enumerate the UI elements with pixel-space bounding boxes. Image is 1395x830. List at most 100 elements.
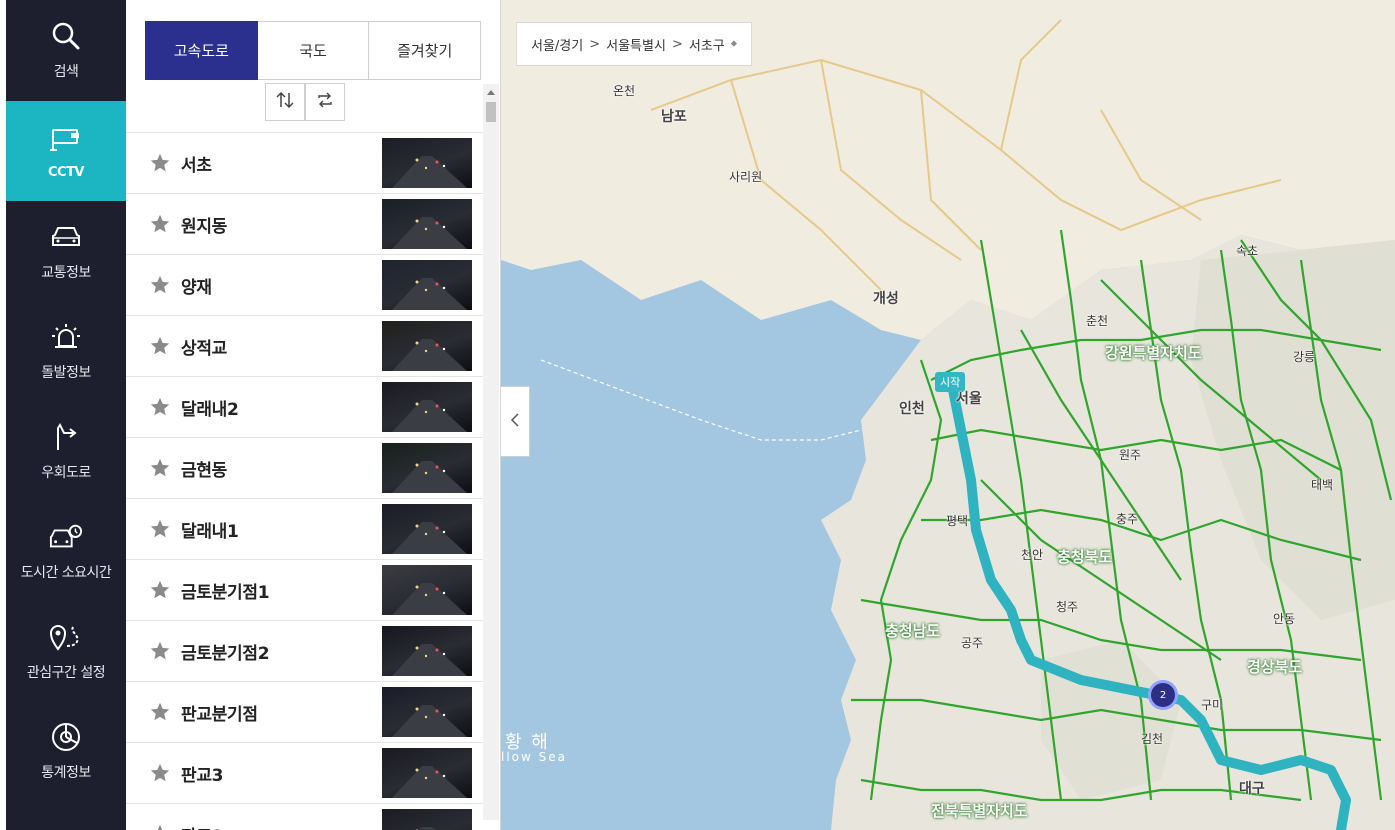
scroll-thumb[interactable] bbox=[486, 102, 496, 122]
cctv-thumbnail[interactable] bbox=[382, 809, 472, 830]
map-view[interactable]: 서울/경기 > 서울특별시 > 서초구 ⬥ 남포 온천 사리원 개성 시작 서울… bbox=[501, 0, 1395, 830]
cctv-name[interactable]: 상적교 bbox=[181, 334, 227, 359]
nav-label-stats: 통계정보 bbox=[41, 765, 91, 781]
cctv-list-item[interactable]: 상적교 bbox=[126, 315, 483, 376]
cctv-list-item[interactable]: 금토분기점1 bbox=[126, 559, 483, 620]
nav-label-search: 검색 bbox=[53, 64, 79, 80]
star-icon[interactable] bbox=[149, 457, 171, 479]
cctv-list-item[interactable]: 원지동 bbox=[126, 193, 483, 254]
collapse-panel-button[interactable] bbox=[501, 386, 530, 457]
cctv-thumbnail[interactable] bbox=[382, 565, 472, 615]
map-label-chungju: 충주 bbox=[1116, 512, 1139, 526]
breadcrumb-caret-icon[interactable]: ⬥ bbox=[731, 39, 737, 49]
cctv-thumbnail[interactable] bbox=[382, 626, 472, 676]
map-label-gongju: 공주 bbox=[961, 636, 984, 650]
nav-label-detour: 우회도로 bbox=[41, 465, 91, 481]
cctv-name[interactable]: 양재 bbox=[181, 273, 212, 298]
map-label-gangwon: 강원특별자치도 bbox=[1105, 344, 1202, 362]
nav-item-search[interactable]: 검색 bbox=[6, 0, 126, 100]
sort-button[interactable] bbox=[265, 83, 305, 121]
cctv-name[interactable]: 달래내2 bbox=[181, 395, 239, 420]
cctv-name[interactable]: 금현동 bbox=[181, 456, 227, 481]
cctv-thumbnail[interactable] bbox=[382, 321, 472, 371]
star-icon[interactable] bbox=[149, 396, 171, 418]
cctv-list-item[interactable]: 서초 bbox=[126, 132, 483, 193]
cctv-name[interactable]: 달래내1 bbox=[181, 517, 239, 542]
map-label-gimcheon: 김천 bbox=[1141, 732, 1164, 746]
star-icon[interactable] bbox=[149, 762, 171, 784]
star-icon[interactable] bbox=[149, 213, 171, 235]
map-label-cheonan: 천안 bbox=[1021, 548, 1044, 562]
star-icon[interactable] bbox=[149, 823, 171, 830]
cctv-thumbnail[interactable] bbox=[382, 748, 472, 798]
cctv-list-item[interactable]: 금토분기점2 bbox=[126, 620, 483, 681]
cctv-cluster-marker[interactable]: 2 bbox=[1148, 680, 1178, 710]
tab-expressway[interactable]: 고속도로 bbox=[145, 21, 258, 80]
star-icon[interactable] bbox=[149, 579, 171, 601]
breadcrumb-level3[interactable]: 서초구 bbox=[689, 35, 725, 54]
cctv-thumbnail[interactable] bbox=[382, 443, 472, 493]
app-window: 검색 CCTV 교통정보 돌발정보 우회도로 도시간 소요시간 관심구간 설정 … bbox=[0, 0, 1395, 830]
cctv-name[interactable]: 금토분기점1 bbox=[181, 578, 270, 603]
nav-label-traffic: 교통정보 bbox=[41, 265, 91, 281]
cctv-list-item[interactable]: 판교3 bbox=[126, 742, 483, 803]
nav-label-travel-time: 도시간 소요시간 bbox=[20, 565, 112, 581]
nav-item-detour[interactable]: 우회도로 bbox=[6, 401, 126, 501]
nav-label-cctv: CCTV bbox=[47, 164, 85, 180]
cctv-name[interactable]: 금토분기점2 bbox=[181, 639, 270, 664]
nav-item-travel-time[interactable]: 도시간 소요시간 bbox=[6, 501, 126, 601]
cctv-thumbnail[interactable] bbox=[382, 504, 472, 554]
tab-national-road[interactable]: 국도 bbox=[257, 21, 370, 80]
refresh-icon bbox=[316, 91, 334, 113]
region-breadcrumb[interactable]: 서울/경기 > 서울특별시 > 서초구 ⬥ bbox=[516, 22, 753, 66]
cctv-list: 서초원지동양재상적교달래내2 금현동달래내1 금토분기점1 금토분기점2 판교분기점판교… bbox=[126, 132, 483, 830]
star-icon[interactable] bbox=[149, 701, 171, 723]
nav-item-stats[interactable]: 통계정보 bbox=[6, 701, 126, 801]
star-icon[interactable] bbox=[149, 518, 171, 540]
star-icon[interactable] bbox=[149, 274, 171, 296]
tab-favorites[interactable]: 즐겨찾기 bbox=[369, 21, 482, 80]
star-icon[interactable] bbox=[149, 640, 171, 662]
star-icon[interactable] bbox=[149, 152, 171, 174]
cctv-list-item[interactable]: 양재 bbox=[126, 254, 483, 315]
cctv-thumbnail[interactable] bbox=[382, 687, 472, 737]
cctv-list-item[interactable]: 금현동 bbox=[126, 437, 483, 498]
cctv-list-item[interactable]: 판교2 bbox=[126, 803, 483, 830]
nav-item-cctv[interactable]: CCTV bbox=[6, 101, 126, 201]
map-label-seoul: 서울 bbox=[956, 391, 982, 407]
cctv-name[interactable]: 원지동 bbox=[181, 212, 227, 237]
map-label-andong: 안동 bbox=[1273, 612, 1296, 626]
map-label-taebaek: 태백 bbox=[1311, 478, 1334, 492]
cctv-thumbnail[interactable] bbox=[382, 199, 472, 249]
list-scrollbar[interactable] bbox=[483, 84, 499, 820]
nav-item-traffic[interactable]: 교통정보 bbox=[6, 201, 126, 301]
breadcrumb-level2[interactable]: 서울특별시 bbox=[606, 35, 666, 54]
map-label-jeonbuk: 전북특별자치도 bbox=[931, 802, 1028, 820]
cctv-thumbnail[interactable] bbox=[382, 382, 472, 432]
breadcrumb-separator: > bbox=[589, 36, 601, 52]
cctv-list-item[interactable]: 판교분기점 bbox=[126, 681, 483, 742]
star-icon[interactable] bbox=[149, 335, 171, 357]
cctv-list-item[interactable]: 달래내2 bbox=[126, 376, 483, 437]
refresh-button[interactable] bbox=[305, 83, 345, 121]
cctv-thumbnail[interactable] bbox=[382, 138, 472, 188]
map-label-sokcho: 속초 bbox=[1236, 244, 1259, 258]
cctv-list-item[interactable]: 달래내1 bbox=[126, 498, 483, 559]
scroll-up-arrow-icon[interactable] bbox=[483, 84, 499, 100]
map-label-cheongju: 청주 bbox=[1056, 600, 1079, 614]
map-label-sariwon: 사리원 bbox=[729, 170, 763, 184]
map-label-chungbuk: 충청북도 bbox=[1057, 548, 1113, 566]
cctv-name[interactable]: 판교2 bbox=[181, 822, 224, 830]
cctv-name[interactable]: 판교분기점 bbox=[181, 700, 258, 725]
cctv-thumbnail[interactable] bbox=[382, 260, 472, 310]
nav-item-interest[interactable]: 관심구간 설정 bbox=[6, 601, 126, 701]
map-canvas bbox=[501, 0, 1395, 830]
nav-item-incident[interactable]: 돌발정보 bbox=[6, 301, 126, 401]
location-route-icon bbox=[49, 620, 83, 654]
cctv-panel: 고속도로 국도 즐겨찾기 서초원지동양재상적교달래내2 금현동달래내1 금토분기점1… bbox=[126, 0, 501, 830]
cctv-name[interactable]: 판교3 bbox=[181, 761, 224, 786]
alarm-icon bbox=[49, 320, 83, 354]
breadcrumb-level1[interactable]: 서울/경기 bbox=[531, 35, 583, 54]
map-label-chuncheon: 춘천 bbox=[1086, 314, 1109, 328]
cctv-name[interactable]: 서초 bbox=[181, 151, 212, 176]
